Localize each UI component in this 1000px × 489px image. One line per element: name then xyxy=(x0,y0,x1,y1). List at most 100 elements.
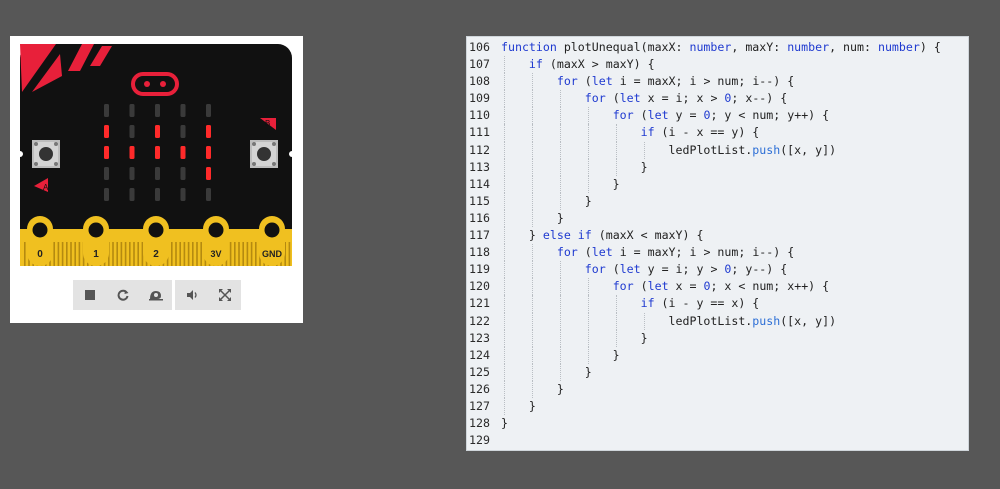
edge-tick xyxy=(66,242,68,266)
code-line: 124 } xyxy=(467,346,968,364)
indent-guide xyxy=(504,380,505,398)
pin-0[interactable]: 0 xyxy=(27,216,53,266)
pin-2[interactable]: 2 xyxy=(143,216,169,266)
pin-3v[interactable]: 3V xyxy=(203,216,229,266)
led-on xyxy=(104,125,109,138)
button-b-label: B xyxy=(265,119,270,128)
line-number: 124 xyxy=(469,347,490,362)
led-on xyxy=(155,146,160,159)
indent-guide xyxy=(504,124,505,142)
microbit-board: A B 0 1 2 3V GND xyxy=(17,44,295,266)
code-text: ledPlotList.push([x, y]) xyxy=(501,142,837,157)
code-text: if (i - x == y) { xyxy=(640,125,760,140)
fullscreen-button[interactable] xyxy=(208,280,241,310)
indent-guide xyxy=(587,124,589,142)
indent-guide xyxy=(643,312,645,330)
line-number: 106 xyxy=(469,40,490,54)
line-number: 123 xyxy=(469,330,490,345)
code-line: 123 } xyxy=(467,329,968,347)
led-on xyxy=(206,167,211,180)
indent-guide xyxy=(531,209,533,228)
indent-guide xyxy=(559,158,561,176)
edge-tick xyxy=(124,242,127,266)
slow-motion-button[interactable] xyxy=(139,280,172,310)
button-a[interactable] xyxy=(32,140,60,168)
pin-label: 1 xyxy=(93,249,99,260)
button-b[interactable] xyxy=(250,140,278,168)
line-number: 129 xyxy=(469,433,490,448)
button-a-label: A xyxy=(43,183,49,192)
indent-guide xyxy=(559,278,561,296)
edge-tick xyxy=(70,242,72,266)
code-text: for (let y = 0; y < num; y++) { xyxy=(612,108,830,123)
edge-tick xyxy=(246,242,249,266)
code-line: 115 } xyxy=(467,192,968,210)
led-on xyxy=(180,146,186,159)
indent-guide xyxy=(531,244,533,262)
code-text: } xyxy=(501,330,648,345)
indent-guide xyxy=(504,175,505,193)
line-number: 115 xyxy=(469,193,490,208)
indent-guide xyxy=(504,329,505,347)
indent-guide xyxy=(587,329,589,347)
indent-guide xyxy=(587,278,589,296)
led-off xyxy=(104,188,109,201)
led-off xyxy=(206,104,211,117)
code-text: for (let i = maxX; i > num; i--) { xyxy=(556,74,795,89)
indent-guide xyxy=(559,363,561,381)
stop-icon xyxy=(84,290,95,300)
restart-button[interactable] xyxy=(106,280,139,310)
edge-tick xyxy=(196,242,198,266)
code-line: 112 ledPlotList.push([x, y]) xyxy=(467,141,968,159)
code-text: ledPlotList.push([x, y]) xyxy=(501,313,837,328)
edge-tick xyxy=(183,242,186,266)
line-number: 121 xyxy=(469,296,490,311)
indent-guide xyxy=(504,73,505,91)
code-line: 125 } xyxy=(467,363,968,381)
indent-guide xyxy=(504,56,505,74)
pin-label: 3V xyxy=(210,249,221,259)
led-off xyxy=(155,104,160,117)
code-line: 108 for (let i = maxX; i > num; i--) { xyxy=(467,73,968,91)
pin-gnd[interactable]: GND xyxy=(259,216,285,266)
line-number: 122 xyxy=(469,313,490,328)
indent-guide xyxy=(587,141,589,159)
indent-guide xyxy=(559,261,561,279)
led-off xyxy=(180,125,186,138)
code-text: for (let x = 0; x < num; x++) { xyxy=(612,279,830,294)
indent-guide xyxy=(559,295,561,313)
indent-guide xyxy=(531,175,533,193)
edge-tick xyxy=(57,242,60,266)
indent-guide xyxy=(504,363,505,381)
code-text: } xyxy=(501,364,592,379)
indent-guide xyxy=(504,209,505,228)
led-off xyxy=(104,104,109,117)
code-text: if (i - y == x) { xyxy=(640,296,760,311)
indent-guide xyxy=(531,278,533,296)
led-off xyxy=(129,188,135,201)
edge-tick xyxy=(229,242,232,266)
code-line: 119 for (let y = i; y > 0; y--) { xyxy=(467,261,968,279)
indent-guide xyxy=(504,90,505,108)
line-number: 117 xyxy=(469,228,490,243)
pin-1[interactable]: 1 xyxy=(83,216,109,266)
indent-guide xyxy=(504,312,505,330)
indent-guide xyxy=(504,107,505,125)
line-number: 118 xyxy=(469,245,490,260)
edge-tick xyxy=(120,242,123,266)
stop-button[interactable] xyxy=(73,280,106,310)
indent-guide xyxy=(559,192,561,210)
indent-guide xyxy=(615,295,617,313)
code-text: for (let x = i; x > 0; x--) { xyxy=(584,91,788,106)
mute-button[interactable] xyxy=(175,280,208,310)
code-text: } xyxy=(501,398,536,413)
led-off xyxy=(180,167,186,180)
simulator-panel: A B 0 1 2 3V GND xyxy=(10,36,303,323)
code-line: 118 for (let i = maxY; i > num; i--) { xyxy=(467,244,968,262)
indent-guide xyxy=(531,141,533,159)
led-off xyxy=(129,104,135,117)
code-text: } else if (maxX < maxY) { xyxy=(501,228,704,243)
edge-tick xyxy=(179,242,181,266)
code-editor[interactable]: 106 function plotUnequal(maxX: number, ma… xyxy=(466,36,969,451)
indent-guide xyxy=(531,107,533,125)
